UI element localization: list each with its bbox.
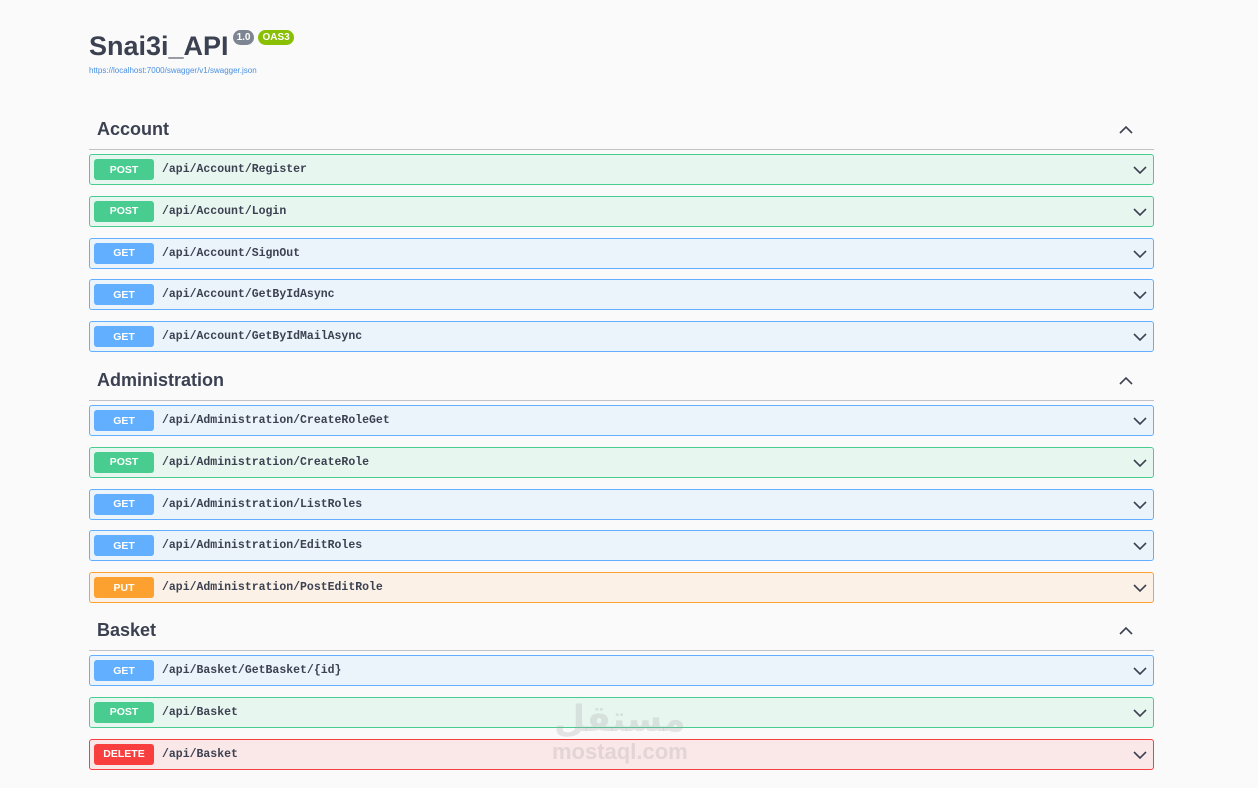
operation-path: /api/Administration/PostEditRole bbox=[162, 581, 383, 595]
tag-header-basket[interactable]: Basket bbox=[89, 611, 1154, 651]
operation-row[interactable]: GET /api/Account/GetByIdMailAsync bbox=[89, 321, 1154, 353]
method-badge: PUT bbox=[94, 577, 154, 599]
operation-row[interactable]: GET /api/Account/GetByIdAsync bbox=[89, 279, 1154, 311]
operation-row[interactable]: DELETE /api/Basket bbox=[89, 738, 1154, 770]
chevron-down-icon[interactable] bbox=[1133, 539, 1147, 553]
operation-row[interactable]: POST /api/Administration/CreateRole bbox=[89, 446, 1154, 478]
chevron-down-icon[interactable] bbox=[1133, 748, 1147, 762]
api-info: Snai3i_API 1.0 OAS3 https://localhost:70… bbox=[89, 28, 294, 75]
method-badge: POST bbox=[94, 159, 154, 180]
chevron-up-icon[interactable] bbox=[1118, 623, 1134, 639]
operation-row[interactable]: POST /api/Account/Register bbox=[89, 154, 1154, 185]
chevron-down-icon[interactable] bbox=[1133, 664, 1147, 678]
operation-row[interactable]: GET /api/Administration/CreateRoleGet bbox=[89, 405, 1154, 436]
chevron-down-icon[interactable] bbox=[1133, 247, 1147, 261]
method-badge: GET bbox=[94, 242, 154, 264]
operation-path: /api/Account/Register bbox=[162, 163, 307, 176]
chevron-down-icon[interactable] bbox=[1133, 414, 1147, 428]
spec-url-link[interactable]: https://localhost:7000/swagger/v1/swagge… bbox=[89, 66, 294, 75]
operation-row[interactable]: GET /api/Administration/ListRoles bbox=[89, 488, 1154, 520]
operation-row[interactable]: GET /api/Administration/EditRoles bbox=[89, 530, 1154, 562]
tag-section-administration: Administration GET /api/Administration/C… bbox=[89, 361, 1154, 604]
operation-row[interactable]: PUT /api/Administration/PostEditRole bbox=[89, 572, 1154, 604]
chevron-down-icon[interactable] bbox=[1133, 498, 1147, 512]
method-badge: DELETE bbox=[94, 743, 154, 765]
method-badge: POST bbox=[94, 200, 154, 222]
operation-path: /api/Account/SignOut bbox=[162, 246, 301, 260]
chevron-down-icon[interactable] bbox=[1133, 205, 1147, 219]
tag-section-basket: Basket GET /api/Basket/GetBasket/{id} PO… bbox=[89, 611, 1154, 770]
chevron-up-icon[interactable] bbox=[1118, 122, 1134, 138]
operation-path: /api/Administration/ListRoles bbox=[162, 497, 363, 511]
chevron-down-icon[interactable] bbox=[1133, 330, 1147, 344]
operation-path: /api/Basket/GetBasket/{id} bbox=[162, 664, 342, 677]
operation-row[interactable]: GET /api/Account/SignOut bbox=[89, 237, 1154, 269]
operation-path: /api/Account/GetByIdAsync bbox=[162, 288, 335, 302]
chevron-down-icon[interactable] bbox=[1133, 163, 1147, 177]
method-badge: GET bbox=[94, 660, 154, 681]
method-badge: GET bbox=[94, 493, 154, 515]
chevron-up-icon[interactable] bbox=[1118, 373, 1134, 389]
operation-row[interactable]: POST /api/Account/Login bbox=[89, 195, 1154, 227]
method-badge: GET bbox=[94, 326, 154, 348]
operation-path: /api/Account/Login bbox=[162, 204, 287, 218]
chevron-down-icon[interactable] bbox=[1133, 706, 1147, 720]
oas-badge: OAS3 bbox=[258, 30, 294, 45]
operation-path: /api/Administration/CreateRoleGet bbox=[162, 414, 390, 427]
operation-path: /api/Administration/CreateRole bbox=[162, 455, 370, 469]
api-title: Snai3i_API bbox=[89, 31, 229, 61]
method-badge: GET bbox=[94, 535, 154, 557]
title-row: Snai3i_API 1.0 OAS3 bbox=[89, 28, 294, 64]
method-badge: GET bbox=[94, 284, 154, 306]
chevron-down-icon[interactable] bbox=[1133, 288, 1147, 302]
method-badge: GET bbox=[94, 410, 154, 431]
tag-name: Account bbox=[97, 119, 169, 139]
operation-row[interactable]: GET /api/Basket/GetBasket/{id} bbox=[89, 655, 1154, 686]
method-badge: POST bbox=[94, 701, 154, 723]
tag-section-account: Account POST /api/Account/Register POST … bbox=[89, 110, 1154, 353]
operation-path: /api/Basket bbox=[162, 747, 238, 761]
operation-path: /api/Account/GetByIdMailAsync bbox=[162, 330, 363, 344]
tag-name: Basket bbox=[97, 620, 157, 640]
version-badge: 1.0 bbox=[232, 30, 255, 45]
operation-row[interactable]: POST /api/Basket bbox=[89, 696, 1154, 728]
operation-path: /api/Administration/EditRoles bbox=[162, 539, 363, 553]
chevron-down-icon[interactable] bbox=[1133, 456, 1147, 470]
method-badge: POST bbox=[94, 451, 154, 473]
operation-path: /api/Basket bbox=[162, 705, 238, 719]
chevron-down-icon[interactable] bbox=[1133, 581, 1147, 595]
tag-header-administration[interactable]: Administration bbox=[89, 361, 1154, 401]
tag-header-account[interactable]: Account bbox=[89, 110, 1154, 150]
tag-name: Administration bbox=[97, 370, 225, 390]
